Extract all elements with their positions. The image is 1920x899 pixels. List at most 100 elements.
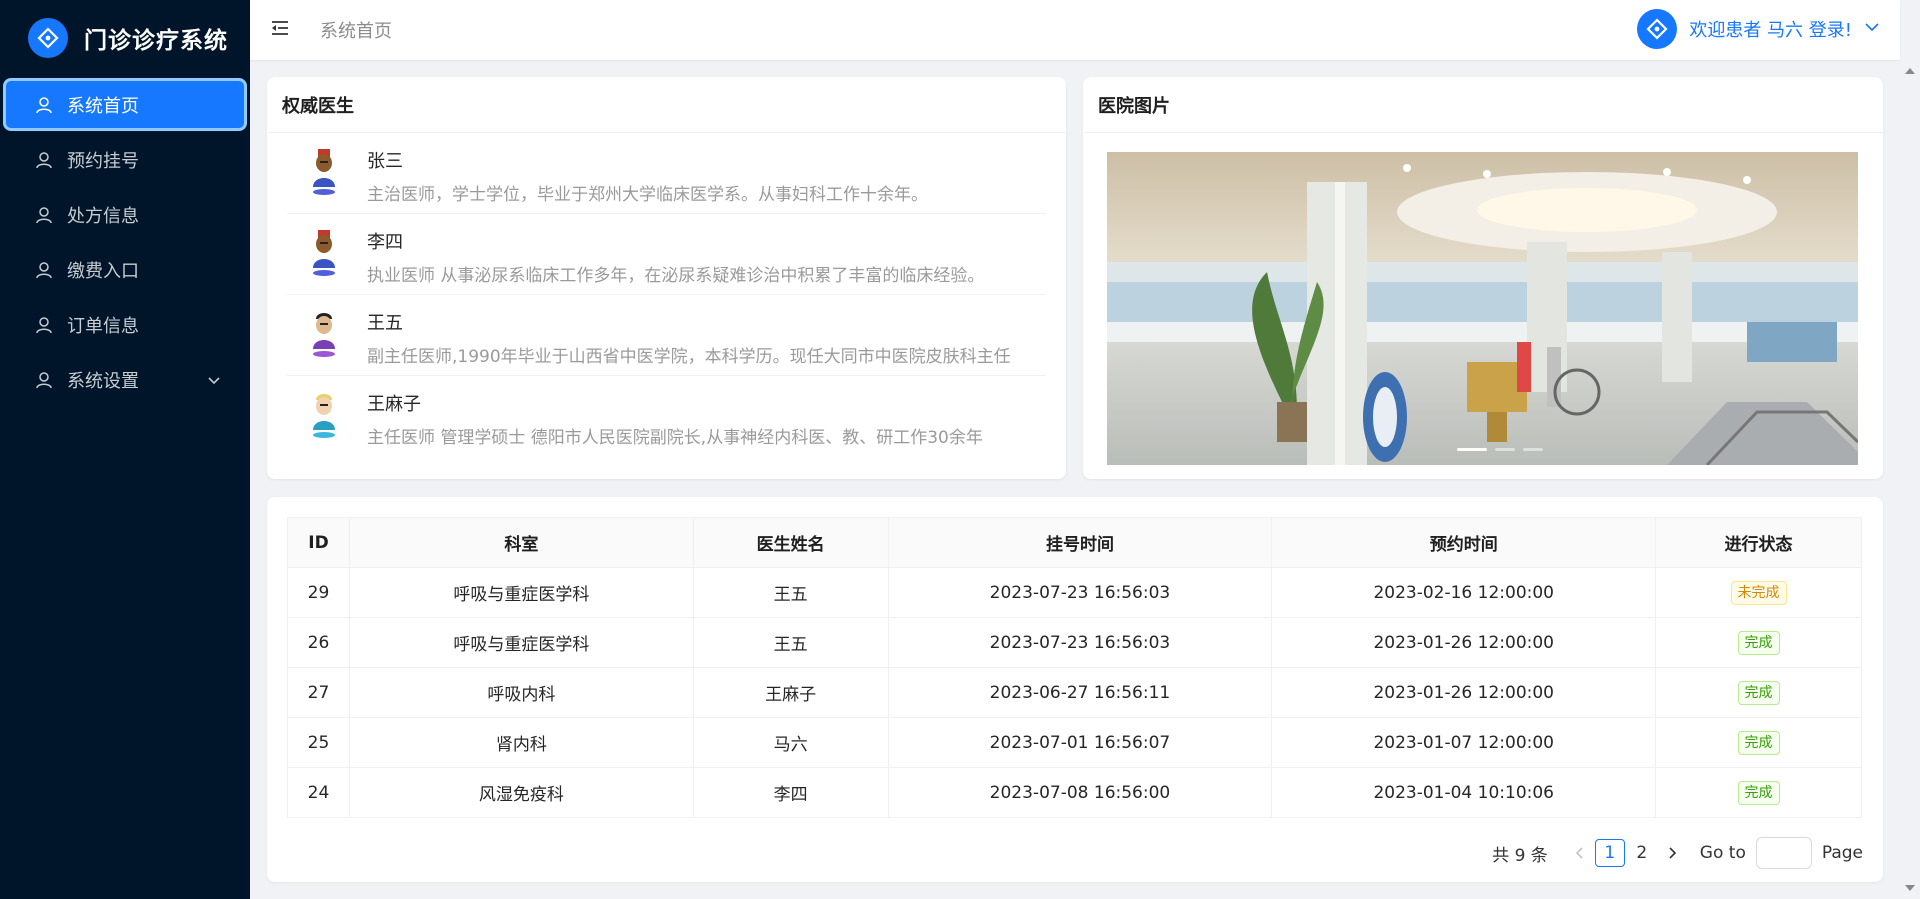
doctor-desc: 副主任医师,1990年毕业于山西省中医学院，本科学历。现任大同市中医院皮肤科主任 (367, 347, 1011, 367)
prev-page-icon[interactable] (1566, 839, 1594, 867)
cell-reg-time: 2023-07-08 16:56:00 (887, 767, 1273, 818)
menu-fold-icon[interactable] (270, 18, 292, 40)
status-badge: 完成 (1737, 680, 1780, 705)
top-header: 系统首页 欢迎患者 马六 登录! (250, 0, 1900, 60)
status-badge: 完成 (1737, 730, 1780, 755)
cell-doctor: 马六 (692, 717, 889, 768)
sidebar-item-settings[interactable]: 系统设置 (3, 353, 247, 406)
card-title: 权威医生 (267, 77, 1066, 133)
doctor-name: 李四 (367, 232, 403, 253)
hospital-carousel[interactable] (1107, 152, 1858, 465)
column-header-status: 进行状态 (1655, 517, 1862, 568)
user-icon (35, 205, 55, 225)
doctor-desc: 主治医师，学士学位，毕业于郑州大学临床医学系。从事妇科工作十余年。 (367, 185, 928, 205)
cell-doctor: 王五 (692, 617, 889, 668)
doctors-card: 权威医生 张三 主治医师，学士学位，毕业于郑州大学临床医学系。从事妇科工作十余年… (267, 77, 1066, 479)
page-2-button[interactable]: 2 (1627, 839, 1657, 867)
doctor-avatar-icon (313, 394, 335, 438)
logo-icon (28, 17, 68, 58)
cell-appt-time: 2023-01-07 12:00:00 (1271, 717, 1657, 768)
sidebar-item-prescription[interactable]: 处方信息 (3, 188, 247, 241)
cell-status: 未完成 (1655, 567, 1862, 618)
card-title: 医院图片 (1083, 77, 1883, 133)
sidebar: 门诊诊疗系统 系统首页 预约挂号 处方信息 缴费入口 订单信息 系统设置 (0, 0, 250, 899)
hospital-pictures-card: 医院图片 (1083, 77, 1883, 479)
list-item[interactable]: 李四 执业医师 从事泌尿系临床工作多年，在泌尿系疑难诊治中积累了丰富的临床经验。 (287, 214, 1046, 295)
cell-dept: 风湿免疫科 (348, 767, 694, 818)
sidebar-item-home[interactable]: 系统首页 (3, 78, 247, 131)
carousel-dot[interactable] (1523, 448, 1543, 451)
user-icon (35, 370, 55, 390)
cell-dept: 呼吸内科 (348, 667, 694, 718)
column-header-id: ID (287, 517, 350, 568)
doctor-name: 王五 (367, 313, 403, 334)
cell-reg-time: 2023-07-23 16:56:03 (887, 617, 1273, 668)
pagination-total: 共 9 条 (1492, 845, 1548, 866)
sidebar-item-orders[interactable]: 订单信息 (3, 298, 247, 351)
user-icon (35, 150, 55, 170)
cell-status: 完成 (1655, 617, 1862, 668)
chevron-down-icon (1864, 19, 1880, 39)
sidebar-item-label: 预约挂号 (67, 150, 139, 172)
sidebar-item-label: 订单信息 (67, 315, 139, 337)
hospital-lobby-image (1107, 152, 1858, 465)
scroll-up-icon[interactable] (1905, 68, 1915, 74)
page-1-button[interactable]: 1 (1594, 839, 1625, 867)
sidebar-item-payment[interactable]: 缴费入口 (3, 243, 247, 296)
table-row[interactable]: 27 呼吸内科 王麻子 2023-06-27 16:56:11 2023-01-… (287, 667, 1862, 718)
cell-doctor: 李四 (692, 767, 889, 818)
table-row[interactable]: 25 肾内科 马六 2023-07-01 16:56:07 2023-01-07… (287, 717, 1862, 768)
scrollbar[interactable] (1900, 60, 1920, 899)
user-icon (35, 260, 55, 280)
cell-id: 26 (287, 617, 350, 668)
logo: 门诊诊疗系统 (0, 0, 250, 75)
user-icon (35, 315, 55, 335)
table-header-row: ID 科室 医生姓名 挂号时间 预约时间 进行状态 (287, 517, 1862, 568)
status-badge: 完成 (1737, 780, 1780, 805)
doctor-avatar-icon (313, 149, 335, 195)
table-row[interactable]: 24 风湿免疫科 李四 2023-07-08 16:56:00 2023-01-… (287, 767, 1862, 818)
breadcrumb[interactable]: 系统首页 (320, 17, 392, 43)
table-row[interactable]: 29 呼吸与重症医学科 王五 2023-07-23 16:56:03 2023-… (287, 567, 1862, 618)
cell-id: 27 (287, 667, 350, 718)
doctor-desc: 执业医师 从事泌尿系临床工作多年，在泌尿系疑难诊治中积累了丰富的临床经验。 (367, 266, 985, 286)
status-badge: 完成 (1737, 630, 1780, 655)
carousel-dot[interactable] (1495, 448, 1515, 451)
doctor-list: 张三 主治医师，学士学位，毕业于郑州大学临床医学系。从事妇科工作十余年。 李四 … (267, 133, 1066, 457)
list-item[interactable]: 张三 主治医师，学士学位，毕业于郑州大学临床医学系。从事妇科工作十余年。 (287, 133, 1046, 214)
pagination: 共 9 条 1 2 Go to Page (1492, 837, 1863, 869)
welcome-text: 欢迎患者 马六 登录! (1689, 20, 1852, 41)
cell-dept: 呼吸与重症医学科 (348, 567, 694, 618)
next-page-icon[interactable] (1658, 839, 1686, 867)
user-menu[interactable]: 欢迎患者 马六 登录! (1637, 9, 1880, 49)
cell-id: 24 (287, 767, 350, 818)
app-title: 门诊诊疗系统 (84, 27, 228, 54)
sidebar-item-label: 处方信息 (67, 205, 139, 227)
goto-page-input[interactable] (1755, 837, 1812, 869)
cell-reg-time: 2023-07-01 16:56:07 (887, 717, 1273, 768)
appointments-card: ID 科室 医生姓名 挂号时间 预约时间 进行状态 29 呼吸与重症医学科 王五… (267, 497, 1883, 882)
cell-appt-time: 2023-01-04 10:10:06 (1271, 767, 1657, 818)
cell-appt-time: 2023-01-26 12:00:00 (1271, 617, 1657, 668)
sidebar-item-label: 系统设置 (67, 370, 139, 392)
column-header-dept: 科室 (348, 517, 694, 568)
cell-dept: 肾内科 (348, 717, 694, 768)
carousel-dot[interactable] (1457, 448, 1487, 451)
sidebar-item-appointment[interactable]: 预约挂号 (3, 133, 247, 186)
goto-label: Go to (1699, 843, 1746, 863)
doctor-name: 张三 (367, 151, 403, 172)
column-header-appt-time: 预约时间 (1271, 517, 1657, 568)
cell-doctor: 王五 (692, 567, 889, 618)
doctor-avatar-icon (313, 230, 335, 276)
list-item[interactable]: 王麻子 主任医师 管理学硕士 德阳市人民医院副院长,从事神经内科医、教、研工作3… (287, 376, 1046, 457)
sidebar-item-label: 系统首页 (67, 95, 139, 117)
doctor-avatar-icon (313, 313, 335, 357)
cell-dept: 呼吸与重症医学科 (348, 617, 694, 668)
sidebar-item-label: 缴费入口 (67, 260, 139, 282)
chevron-down-icon (207, 371, 221, 392)
cell-appt-time: 2023-01-26 12:00:00 (1271, 667, 1657, 718)
doctor-name: 王麻子 (367, 394, 421, 415)
scroll-down-icon[interactable] (1905, 885, 1915, 891)
table-row[interactable]: 26 呼吸与重症医学科 王五 2023-07-23 16:56:03 2023-… (287, 617, 1862, 668)
list-item[interactable]: 王五 副主任医师,1990年毕业于山西省中医学院，本科学历。现任大同市中医院皮肤… (287, 295, 1046, 376)
